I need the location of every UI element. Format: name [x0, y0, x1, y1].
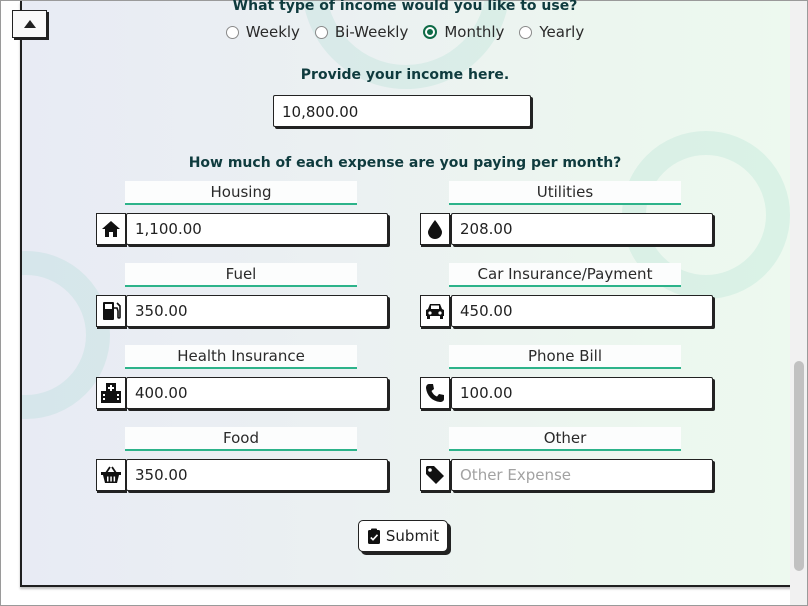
- radio-weekly[interactable]: Weekly: [225, 23, 300, 41]
- housing-icon-box: [96, 213, 126, 245]
- utilities-icon-box: [420, 213, 450, 245]
- tag-icon: [426, 466, 444, 484]
- car-icon-box: [420, 295, 450, 327]
- expense-question-emphasis: per month?: [531, 155, 622, 171]
- radio-label: Weekly: [245, 23, 300, 41]
- home-icon: [102, 221, 120, 237]
- app-window: What type of income would you like to us…: [0, 0, 808, 606]
- radio-yearly[interactable]: Yearly: [519, 23, 584, 41]
- income-input[interactable]: 10,800.00: [273, 95, 531, 127]
- phone-bill-label: Phone Bill: [449, 345, 681, 369]
- fuel-input[interactable]: 350.00: [126, 295, 388, 327]
- water-drop-icon: [428, 220, 442, 239]
- other-label: Other: [449, 427, 681, 451]
- phone-icon-box: [420, 377, 450, 409]
- clipboard-check-icon: [367, 528, 380, 544]
- basket-icon: [101, 466, 121, 483]
- other-expense-input[interactable]: Other Expense: [451, 459, 713, 491]
- car-insurance-input[interactable]: 450.00: [451, 295, 713, 327]
- fuel-icon-box: [96, 295, 126, 327]
- expense-question-text: How much of each expense are you paying: [188, 155, 532, 171]
- other-icon-box: [420, 459, 450, 491]
- scrollbar-thumb[interactable]: [794, 361, 804, 571]
- gas-pump-icon: [103, 302, 121, 320]
- health-icon-box: [96, 377, 126, 409]
- fuel-label: Fuel: [125, 263, 357, 287]
- radio-bi-weekly[interactable]: Bi-Weekly: [314, 23, 409, 41]
- phone-icon: [426, 384, 444, 402]
- submit-button[interactable]: Submit: [358, 520, 448, 552]
- scrollbar[interactable]: [790, 1, 807, 605]
- radio-button-checked[interactable]: [423, 25, 438, 39]
- phone-bill-input[interactable]: 100.00: [451, 377, 713, 409]
- budget-form-panel: [20, 1, 792, 587]
- housing-input[interactable]: 1,100.00: [126, 213, 388, 245]
- food-input[interactable]: 350.00: [126, 459, 388, 491]
- radio-monthly[interactable]: Monthly: [423, 23, 504, 41]
- food-label: Food: [125, 427, 357, 451]
- radio-label: Bi-Weekly: [334, 23, 409, 41]
- car-icon: [426, 304, 444, 319]
- radio-button[interactable]: [314, 25, 328, 39]
- income-type-radio-group: Weekly Bi-Weekly Monthly Yearly: [1, 23, 808, 41]
- food-icon-box: [96, 459, 126, 491]
- expense-question: How much of each expense are you paying …: [1, 155, 808, 171]
- car-insurance-label: Car Insurance/Payment: [449, 263, 681, 287]
- utilities-label: Utilities: [449, 181, 681, 205]
- hospital-icon: [101, 383, 121, 403]
- radio-button[interactable]: [225, 25, 239, 39]
- submit-label: Submit: [385, 527, 440, 545]
- utilities-input[interactable]: 208.00: [451, 213, 713, 245]
- radio-label: Yearly: [539, 23, 585, 41]
- health-insurance-label: Health Insurance: [125, 345, 357, 369]
- radio-button[interactable]: [519, 25, 533, 39]
- health-insurance-input[interactable]: 400.00: [126, 377, 388, 409]
- income-type-question: What type of income would you like to us…: [232, 0, 578, 14]
- income-prompt: Provide your income here.: [300, 67, 510, 83]
- radio-label: Monthly: [444, 23, 505, 41]
- housing-label: Housing: [125, 181, 357, 205]
